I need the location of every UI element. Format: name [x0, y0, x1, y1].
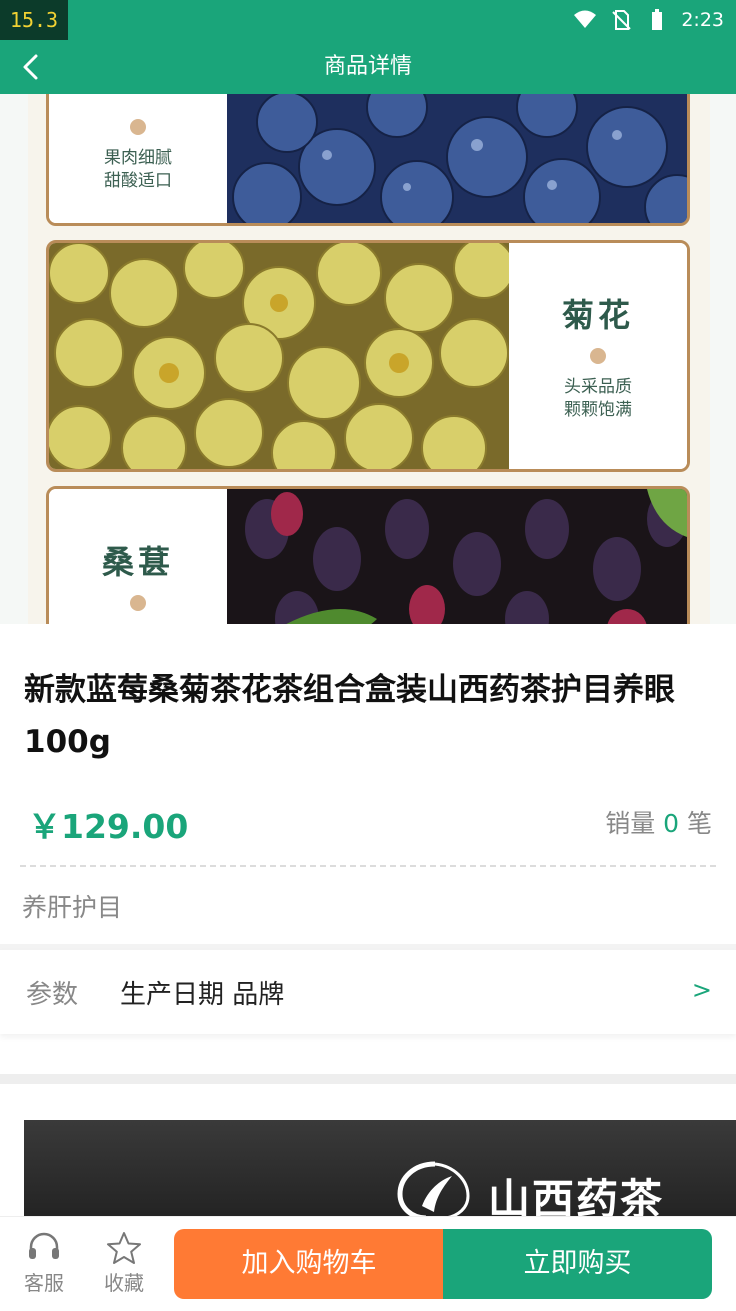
decor-dot: [590, 348, 606, 364]
fps-counter: 15.3: [0, 0, 68, 40]
status-bar: 15.3 2:23: [0, 0, 736, 40]
buy-now-button[interactable]: 立即购买: [443, 1229, 712, 1299]
ingredient-card-mulberry: 桑葚: [46, 486, 690, 624]
chevron-right-icon: >: [691, 976, 712, 1004]
decor-dot: [130, 595, 146, 611]
blueberry-photo: [227, 94, 687, 223]
clock: 2:23: [681, 9, 724, 31]
params-label: 参数: [26, 980, 79, 1010]
add-to-cart-button[interactable]: 加入购物车: [174, 1229, 444, 1299]
status-icons: 2:23: [573, 0, 724, 40]
no-sim-icon: [612, 10, 632, 30]
card-desc: 头采品质 颗颗饱满: [564, 377, 632, 420]
chrysanthemum-photo: [49, 243, 509, 469]
ingredient-card-chrysanthemum: 菊花 头采品质 颗颗饱满: [46, 240, 690, 472]
battery-icon: [652, 9, 663, 30]
headset-icon: [29, 1232, 59, 1259]
sales-count: 销量 0 笔: [605, 809, 712, 838]
card-name: 桑葚: [101, 543, 174, 581]
divider: [20, 865, 716, 867]
product-detail-image: 果肉细腻 甜酸适口 菊花 头采品质 颗颗饱满 桑葚: [28, 94, 710, 624]
customer-service-button[interactable]: 客服: [14, 1231, 74, 1296]
mulberry-photo: [227, 489, 687, 624]
customer-service-label: 客服: [24, 1271, 64, 1295]
params-row[interactable]: 参数 生产日期 品牌 >: [0, 950, 736, 1034]
product-price: ￥129.00: [28, 807, 189, 846]
sales-number: 0: [663, 809, 680, 838]
page-title: 商品详情: [323, 54, 412, 79]
product-tag: 养肝护目: [22, 893, 123, 922]
product-image-carousel[interactable]: 果肉细腻 甜酸适口 菊花 头采品质 颗颗饱满 桑葚: [0, 94, 736, 624]
card-desc: 果肉细腻 甜酸适口: [104, 148, 172, 191]
product-title: 新款蓝莓桑菊茶花茶组合盒装山西药茶护目养眼100g: [24, 672, 675, 760]
star-icon: [107, 1232, 141, 1264]
params-value: 生产日期 品牌: [120, 980, 285, 1010]
section-gap: [0, 1074, 736, 1084]
bottom-action-bar: 客服 收藏 加入购物车 立即购买: [0, 1216, 736, 1311]
favorite-label: 收藏: [104, 1271, 144, 1295]
ingredient-card-blueberry: 果肉细腻 甜酸适口: [46, 94, 690, 226]
wifi-icon: [574, 10, 597, 28]
brand-logo-icon: [397, 1161, 470, 1220]
favorite-button[interactable]: 收藏: [94, 1231, 154, 1296]
nav-bar: 商品详情: [0, 40, 736, 94]
decor-dot: [130, 119, 146, 135]
card-name: 菊花: [561, 296, 634, 334]
